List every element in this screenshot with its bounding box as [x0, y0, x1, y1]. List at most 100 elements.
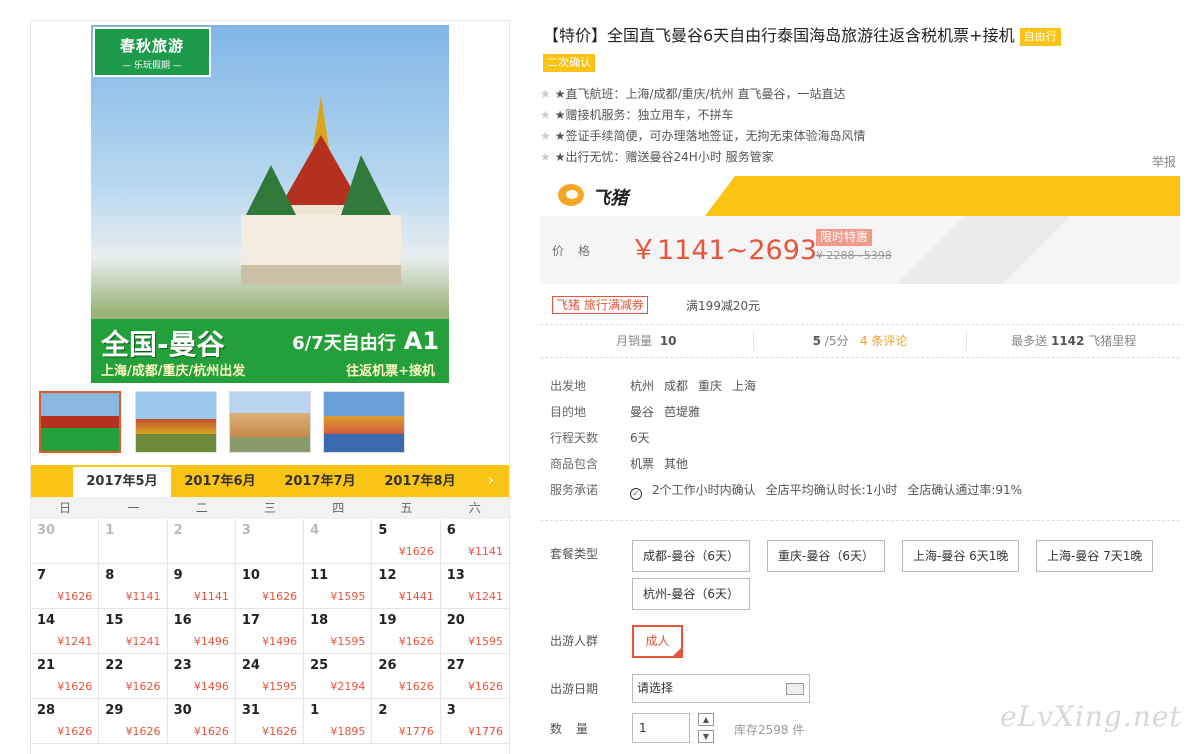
- calendar-day-cell[interactable]: 29 ¥1626: [99, 699, 168, 744]
- chevron-up-icon[interactable]: ▲: [698, 713, 714, 726]
- calendar-day-number: 15: [105, 613, 124, 628]
- weekday-label: 三: [263, 501, 276, 515]
- destination-city: 曼谷: [630, 405, 655, 419]
- calendar-day-price: ¥1626: [57, 590, 93, 603]
- rating: 5 /5分 4 条评论: [754, 331, 968, 351]
- calendar-day-cell[interactable]: 28 ¥1626: [31, 699, 100, 744]
- calendar-day-number: 3: [446, 703, 456, 718]
- calendar-day-cell[interactable]: 25 ¥2194: [304, 654, 373, 699]
- feature-text: ★签证手续简便，可办理落地签证，无拘无束体验海岛风情: [554, 129, 866, 143]
- calendar-day-cell[interactable]: 27 ¥1626: [440, 654, 509, 699]
- calendar-day-cell[interactable]: 2 ¥1776: [372, 699, 441, 744]
- calendar-day-cell[interactable]: 22 ¥1626: [99, 654, 168, 699]
- calendar-day-cell[interactable]: 31 ¥1626: [235, 699, 305, 744]
- coupon-badge[interactable]: 飞猪 旅行满减券: [552, 296, 648, 314]
- calendar-day-cell[interactable]: 17 ¥1496: [235, 609, 305, 654]
- days-value: 6天: [630, 431, 650, 445]
- calendar-day-number: 1: [310, 703, 320, 718]
- calendar-day-cell[interactable]: 26 ¥1626: [372, 654, 441, 699]
- package-option[interactable]: 上海-曼谷 6天1晚: [902, 540, 1020, 572]
- calendar-day-cell[interactable]: 9 ¥1141: [167, 564, 236, 609]
- calendar-day-cell[interactable]: 10 ¥1626: [235, 564, 305, 609]
- calendar-day-price: ¥1776: [398, 725, 434, 738]
- calendar-day-number: 30: [173, 703, 192, 718]
- image-caption-band: 全国-曼谷 6/7天自由行 A1 上海/成都/重庆/杭州出发 往返机票+接机: [91, 319, 449, 383]
- calendar-day-price: ¥1626: [398, 545, 434, 558]
- package-option[interactable]: 上海-曼谷 7天1晚: [1036, 540, 1154, 572]
- temple-illustration: [241, 95, 401, 285]
- price-range: ￥1141~2693: [630, 235, 818, 266]
- package-option[interactable]: 成都-曼谷（6天）: [632, 540, 750, 572]
- main-product-image[interactable]: 春秋旅游 — 乐玩假期 — 全国-曼谷 6/7天自由行 A1 上海/成都/重庆/杭…: [91, 25, 449, 383]
- calendar-day-cell[interactable]: 7 ¥1626: [31, 564, 100, 609]
- calendar-day-cell[interactable]: 24 ¥1595: [235, 654, 305, 699]
- tag-second-confirm: 二次确认: [543, 54, 595, 72]
- tab-month-4[interactable]: 2017年8月: [371, 467, 469, 497]
- include-item: 机票: [630, 457, 655, 471]
- sales-value: 10: [659, 334, 677, 348]
- thumbnail-3[interactable]: [229, 391, 311, 453]
- report-link[interactable]: 举报: [1152, 153, 1176, 170]
- calendar-day-number: 28: [37, 703, 56, 718]
- service-item: 全店平均确认时长:1小时: [765, 483, 898, 497]
- thumbnail-4[interactable]: [323, 391, 405, 453]
- calendar-day-cell[interactable]: 23 ¥1496: [167, 654, 236, 699]
- package-option[interactable]: 杭州-曼谷（6天）: [632, 578, 750, 610]
- band-departure: 上海/成都/重庆/杭州出发: [101, 364, 246, 379]
- calendar-day-cell[interactable]: 12 ¥1441: [372, 564, 441, 609]
- band-ticket: 往返机票+接机: [346, 364, 435, 379]
- calendar-day-price: ¥1241: [467, 590, 503, 603]
- tab-month-1[interactable]: 2017年5月: [73, 467, 171, 497]
- star-icon: ★: [540, 129, 551, 143]
- days-label: 行程天数: [550, 431, 599, 445]
- calendar-day-cell[interactable]: 1 ¥1895: [304, 699, 373, 744]
- calendar-day-cell[interactable]: 21 ¥1626: [31, 654, 100, 699]
- brand-name: 飞猪: [592, 188, 628, 209]
- thumbnail-2[interactable]: [135, 391, 217, 453]
- tab-month-3[interactable]: 2017年7月: [271, 467, 369, 497]
- miles-value: 1142: [1050, 334, 1085, 348]
- calendar-day-price: ¥1626: [125, 680, 161, 693]
- calendar-day-price: ¥1895: [330, 725, 366, 738]
- calendar-day-cell[interactable]: 11 ¥1595: [304, 564, 373, 609]
- calendar-day-cell[interactable]: 18 ¥1595: [304, 609, 373, 654]
- watermark: eLvXing.net: [1000, 700, 1182, 733]
- calendar-day-cell[interactable]: 15 ¥1241: [99, 609, 168, 654]
- reviews-link[interactable]: 4 条评论: [860, 334, 907, 348]
- calendar-day-cell[interactable]: 14 ¥1241: [31, 609, 100, 654]
- calendar-day-cell[interactable]: 16 ¥1496: [167, 609, 236, 654]
- calendar-day-number: 7: [37, 568, 47, 583]
- thumbnail-1[interactable]: [39, 391, 121, 453]
- thumbnail-strip: [39, 391, 509, 455]
- chevron-down-icon[interactable]: ▼: [698, 730, 714, 743]
- calendar-day-cell[interactable]: 13 ¥1241: [440, 564, 509, 609]
- package-option[interactable]: 重庆-曼谷（6天）: [767, 540, 885, 572]
- calendar-day-cell[interactable]: 3 ¥1776: [440, 699, 509, 744]
- calendar-day-cell[interactable]: 20 ¥1595: [440, 609, 509, 654]
- calendar-icon[interactable]: [786, 683, 804, 695]
- stats-bar: 月销量 10 5 /5分 4 条评论 最多送 1142 飞猪里程: [540, 324, 1180, 358]
- calendar-day-number: 17: [241, 613, 260, 628]
- departure-label: 出发地: [550, 379, 587, 393]
- calendar-day-cell[interactable]: 30 ¥1626: [167, 699, 236, 744]
- calendar-day-number: 30: [37, 523, 56, 538]
- calendar-day-cell[interactable]: 19 ¥1626: [372, 609, 441, 654]
- calendar-day-cell[interactable]: 5 ¥1626: [372, 519, 441, 564]
- calendar-day-price: ¥1496: [193, 635, 229, 648]
- service-label: 服务承诺: [550, 483, 599, 497]
- star-icon: ★: [540, 150, 551, 164]
- calendar-day-cell[interactable]: 6 ¥1141: [440, 519, 509, 564]
- calendar-day-price: ¥2194: [330, 680, 366, 693]
- calendar-day-price: ¥1626: [57, 680, 93, 693]
- calendar-day-price: ¥1626: [467, 680, 503, 693]
- miles-prefix: 最多送: [1011, 334, 1048, 348]
- quantity-input[interactable]: 1: [632, 713, 690, 743]
- date-picker-input[interactable]: 请选择: [632, 674, 810, 703]
- chevron-right-icon[interactable]: ›: [481, 469, 501, 491]
- calendar-day-number: 1: [105, 523, 115, 538]
- tab-month-2[interactable]: 2017年6月: [171, 467, 269, 497]
- calendar-day-cell[interactable]: 8 ¥1141: [99, 564, 168, 609]
- calendar-day-number: 29: [105, 703, 124, 718]
- calendar-day-price: ¥1626: [398, 680, 434, 693]
- people-option-adult[interactable]: 成人: [632, 625, 683, 658]
